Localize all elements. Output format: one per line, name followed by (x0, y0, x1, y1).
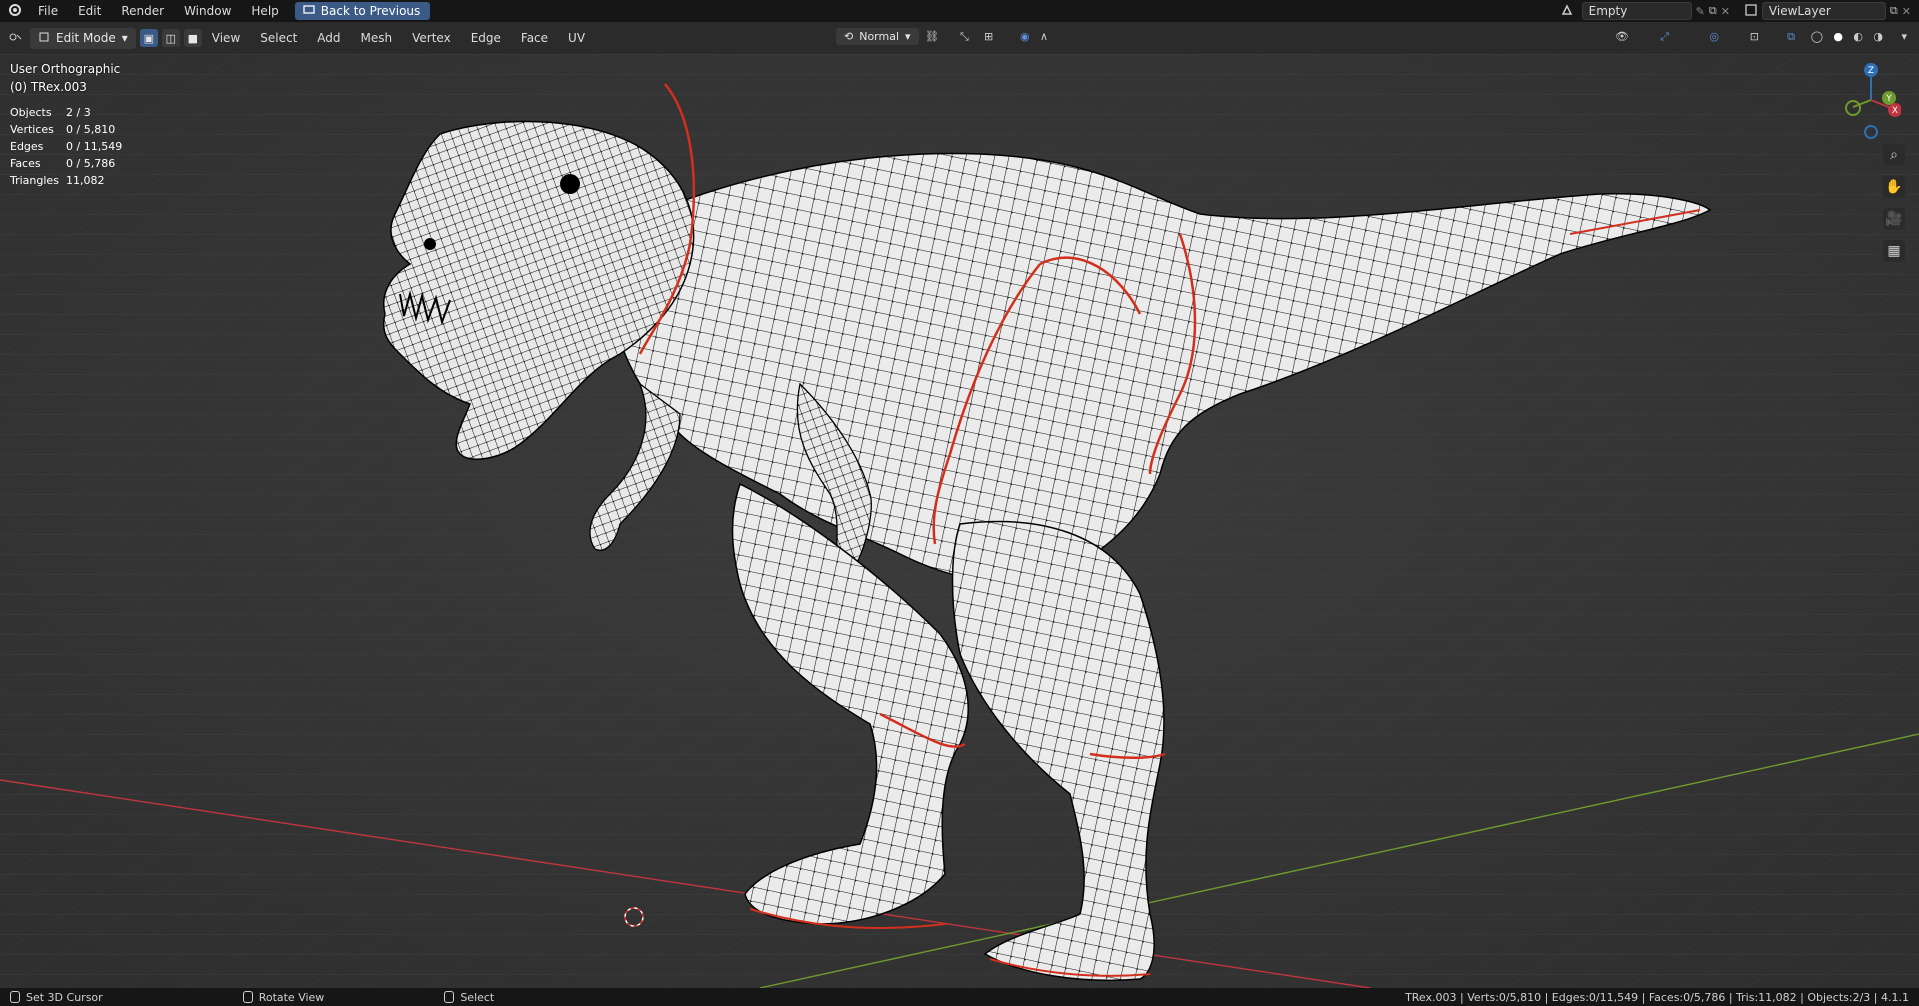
menu-add[interactable]: Add (307, 31, 350, 45)
svg-text:Y: Y (1885, 94, 1892, 104)
stats-panel: Objects 2 / 3 Vertices 0 / 5,810 Edges 0 / … (10, 104, 122, 189)
mode-dropdown[interactable]: Edit Mode ▾ (30, 27, 136, 49)
camera-view-icon[interactable]: 🎥 (1883, 208, 1905, 230)
nostril-icon (424, 238, 436, 250)
close-view-layer-icon[interactable]: ✕ (1902, 5, 1911, 18)
close-scene-icon[interactable]: ✕ (1721, 5, 1730, 18)
menu-file[interactable]: File (28, 4, 68, 18)
left-mouse-icon (10, 991, 20, 1003)
status-hint-middle: Rotate View (233, 991, 335, 1004)
scene-statistics: TRex.003 | Verts:0/5,810 | Edges:0/11,54… (1405, 990, 1909, 1004)
wireframe-shading-icon[interactable]: ◯ (1811, 30, 1823, 43)
blender-logo-icon[interactable] (0, 3, 28, 20)
gizmo-toggle-icon[interactable]: ⤢ (1660, 30, 1669, 44)
topbar-right: Empty ✎ ⧉ ✕ ViewLayer ⧉ ✕ (1560, 0, 1919, 22)
chevron-down-icon: ▾ (121, 31, 128, 45)
back-to-previous-button[interactable]: Back to Previous (294, 2, 431, 20)
view-layer-field[interactable]: ViewLayer (1761, 2, 1886, 20)
middle-mouse-icon (242, 991, 253, 1003)
shading-options-icon[interactable]: ▾ (1901, 30, 1907, 43)
perspective-grid-icon[interactable]: ▦ (1883, 240, 1905, 262)
vertex-select-button[interactable]: ▣ (139, 29, 158, 47)
trex-mesh[interactable] (0, 54, 1919, 988)
solid-shading-icon[interactable]: ● (1833, 30, 1843, 43)
menu-face[interactable]: Face (511, 31, 558, 45)
menu-render[interactable]: Render (111, 4, 174, 18)
visibility-icon[interactable]: 👁 (1615, 30, 1629, 43)
menu-window[interactable]: Window (174, 4, 241, 18)
menu-edit[interactable]: Edit (68, 4, 111, 18)
mesh-edit-overlays-icon[interactable]: ⊡ (1750, 30, 1759, 43)
proportional-editing-icon[interactable]: ◉ (1020, 30, 1030, 43)
status-hint-left: Set 3D Cursor (0, 991, 113, 1004)
menu-edge[interactable]: Edge (461, 31, 511, 45)
face-select-button[interactable]: ■ (183, 29, 202, 47)
back-to-previous-label: Back to Previous (320, 4, 421, 18)
svg-text:X: X (1892, 106, 1898, 116)
menu-help[interactable]: Help (241, 4, 288, 18)
scene-icon[interactable] (1560, 3, 1574, 20)
left-arm-mesh (589, 382, 681, 551)
right-leg-mesh (951, 520, 1165, 982)
stat-row: Triangles 11,082 (10, 174, 105, 187)
screen-icon (303, 4, 315, 18)
object-name: (0) TRex.003 (10, 80, 87, 94)
edge-select-button[interactable]: ◫ (161, 29, 180, 47)
orientation-icon: ⟲ (844, 30, 854, 43)
material-shading-icon[interactable]: ◐ (1853, 30, 1863, 43)
xray-icon[interactable]: ⧉ (1787, 30, 1795, 44)
menu-view[interactable]: View (202, 31, 250, 45)
stat-row: Edges 0 / 11,549 (10, 140, 123, 153)
status-hint-right: Select (434, 991, 504, 1004)
chevron-down-icon: ▾ (905, 30, 911, 43)
menu-mesh[interactable]: Mesh (351, 31, 403, 45)
snap-target-icon[interactable]: ⊞ (984, 30, 993, 43)
view-info: User Orthographic (0) TRex.003 (10, 60, 120, 96)
scene-field[interactable]: Empty (1581, 2, 1692, 20)
menu-vertex[interactable]: Vertex (402, 31, 461, 45)
navigation-buttons: ⌕ ✋ 🎥 ▦ (1883, 144, 1905, 262)
3d-viewport[interactable]: User Orthographic (0) TRex.003 Objects 2 … (0, 54, 1919, 988)
stat-row: Faces 0 / 5,786 (10, 157, 116, 170)
overlays-icon[interactable]: ◎ (1709, 30, 1719, 43)
pin-icon[interactable]: ✎ (1696, 5, 1705, 18)
new-scene-icon[interactable]: ⧉ (1709, 4, 1717, 18)
zoom-icon[interactable]: ⌕ (1883, 144, 1905, 166)
rendered-shading-icon[interactable]: ◑ (1873, 30, 1883, 43)
viewport-header: Edit Mode ▾ ▣ ◫ ■ View Select Add Mesh V… (0, 22, 1919, 55)
falloff-icon[interactable]: ∧ (1040, 30, 1048, 43)
menu-select[interactable]: Select (250, 31, 307, 45)
eye-icon (560, 174, 580, 194)
snap-icon[interactable]: ⤡ (960, 30, 969, 44)
edit-mode-icon (38, 31, 50, 46)
right-mouse-icon (444, 991, 455, 1003)
transform-orientation-dropdown[interactable]: ⟲ Normal ▾ (836, 28, 919, 45)
navigation-gizmo[interactable]: Z Y X (1841, 60, 1901, 150)
menu-uv[interactable]: UV (558, 31, 595, 45)
stat-row: Objects 2 / 3 (10, 106, 91, 119)
view-layer-icon[interactable] (1744, 3, 1758, 20)
editor-type-icon[interactable] (8, 30, 24, 47)
new-view-layer-icon[interactable]: ⧉ (1890, 4, 1898, 18)
top-bar: File Edit Render Window Help Back to Pre… (0, 0, 1919, 22)
view-name: User Orthographic (10, 62, 121, 76)
stat-row: Vertices 0 / 5,810 (10, 123, 116, 136)
pan-hand-icon[interactable]: ✋ (1883, 176, 1905, 198)
status-bar: Set 3D Cursor Rotate View Select TRex.00… (0, 988, 1919, 1006)
svg-text:Z: Z (1868, 66, 1874, 76)
pivot-icon[interactable]: ⛓ (925, 30, 939, 43)
